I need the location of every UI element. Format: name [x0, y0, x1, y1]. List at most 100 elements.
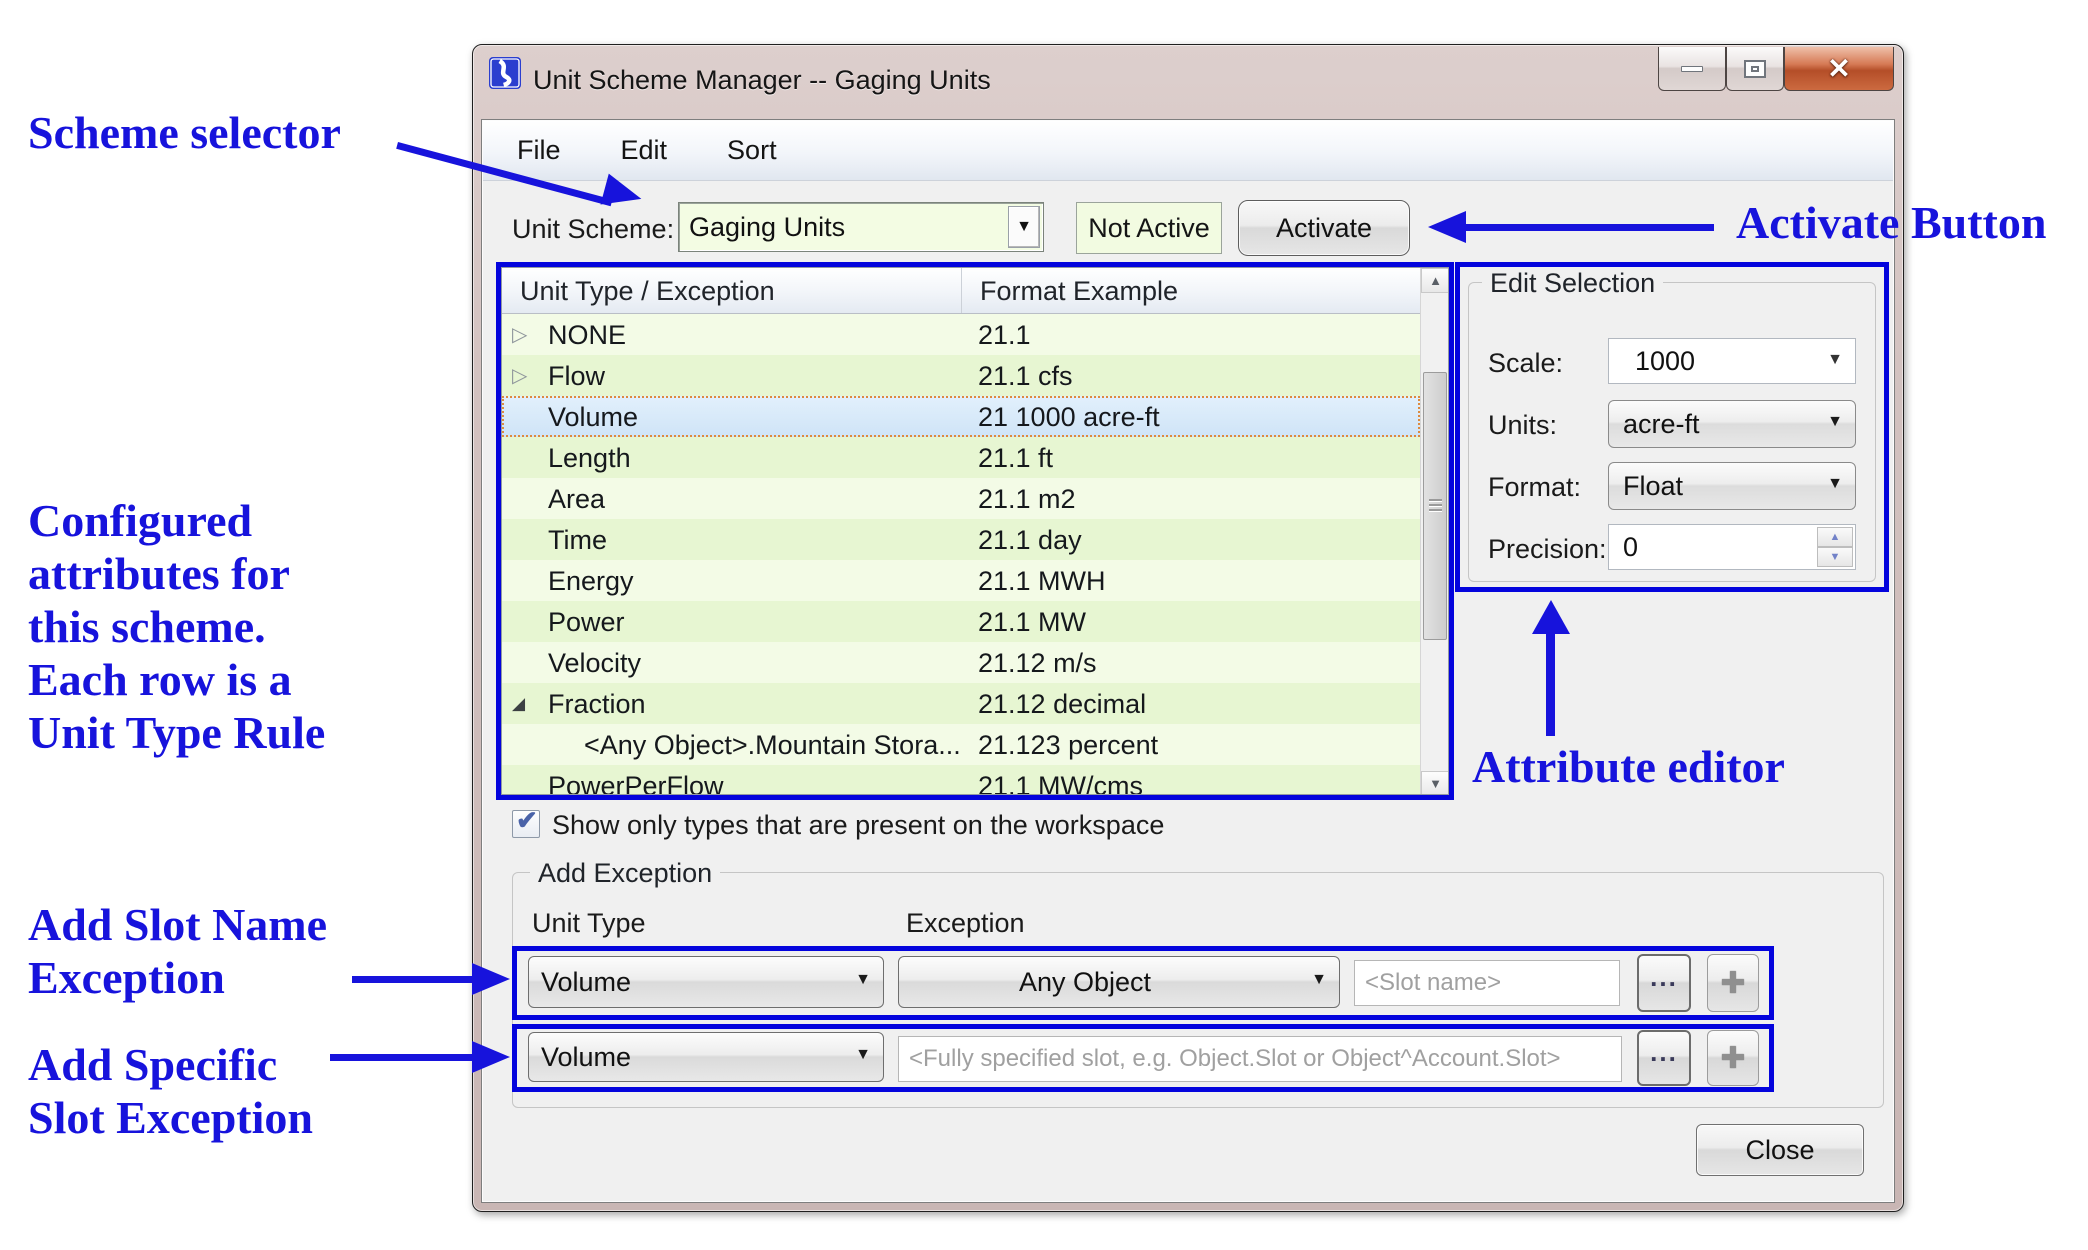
- row-example: 21.1: [962, 314, 1420, 355]
- add-exception-button-row2[interactable]: ✚: [1707, 1030, 1759, 1086]
- row-name: Fraction: [502, 683, 962, 724]
- format-dropdown[interactable]: Float ▼: [1608, 462, 1856, 510]
- row-example: 21.1 MW: [962, 601, 1420, 642]
- add-exception-button-row1[interactable]: ✚: [1707, 954, 1759, 1012]
- chevron-down-icon: ▼: [855, 1046, 871, 1064]
- plus-icon: ✚: [1720, 966, 1745, 1001]
- row-name: Time: [502, 519, 962, 560]
- table-row-none[interactable]: ▷ NONE 21.1: [502, 314, 1420, 355]
- exception-object-dropdown[interactable]: Any Object ▼: [898, 956, 1340, 1008]
- row-name: PowerPerFlow: [502, 765, 962, 795]
- show-only-types-checkbox[interactable]: ✔: [512, 810, 540, 838]
- column-header-unit-type[interactable]: Unit Type / Exception: [502, 268, 962, 313]
- annotation-line: Slot Exception: [28, 1091, 313, 1144]
- table-row-powerperflow-clipped[interactable]: PowerPerFlow 21.1 MW/cms: [502, 765, 1420, 795]
- spin-down-icon[interactable]: ▼: [1817, 547, 1853, 567]
- arrowhead-icon: [1532, 600, 1570, 634]
- unit-type-column-label: Unit Type: [532, 908, 646, 939]
- scrollbar-thumb[interactable]: [1423, 372, 1447, 640]
- unit-type-dropdown-row1[interactable]: Volume ▼: [528, 956, 884, 1008]
- screenshot-canvas: Unit Scheme Manager -- Gaging Units ✕ Fi…: [0, 0, 2088, 1250]
- table-row-area[interactable]: Area 21.1 m2: [502, 478, 1420, 519]
- arrowhead-icon: [472, 1041, 510, 1073]
- table-body: ▷ NONE 21.1 ▷ Flow 21.1 cfs Volume 21 10…: [502, 314, 1420, 795]
- table-row-any-object-exception[interactable]: <Any Object>.Mountain Stora... 21.123 pe…: [502, 724, 1420, 765]
- title-bar[interactable]: Unit Scheme Manager -- Gaging Units ✕: [473, 45, 1903, 119]
- unit-scheme-dropdown[interactable]: Gaging Units ▼: [678, 202, 1044, 252]
- check-icon: ✔: [516, 805, 538, 836]
- plus-icon: ✚: [1720, 1041, 1745, 1076]
- unit-scheme-label: Unit Scheme:: [512, 214, 674, 245]
- unit-scheme-value: Gaging Units: [689, 212, 845, 243]
- annotation-arrow-activate: [1462, 224, 1714, 231]
- annotation-line: this scheme.: [28, 600, 325, 653]
- scale-value: 1000: [1635, 346, 1695, 377]
- spin-up-icon[interactable]: ▲: [1817, 527, 1853, 547]
- table-row-flow[interactable]: ▷ Flow 21.1 cfs: [502, 355, 1420, 396]
- fully-specified-slot-input[interactable]: [898, 1036, 1622, 1082]
- annotation-add-slot-name: Add Slot Name Exception: [28, 898, 327, 1004]
- row-name: Volume: [502, 396, 962, 437]
- table-row-energy[interactable]: Energy 21.1 MWH: [502, 560, 1420, 601]
- row-example: 21.1 m2: [962, 478, 1420, 519]
- row-example: 21.1 cfs: [962, 355, 1420, 396]
- annotation-line: Add Slot Name: [28, 898, 327, 951]
- table-row-power[interactable]: Power 21.1 MW: [502, 601, 1420, 642]
- annotation-line: attributes for: [28, 547, 325, 600]
- scroll-up-icon[interactable]: ▲: [1421, 268, 1449, 293]
- row-name: Power: [502, 601, 962, 642]
- close-dialog-button[interactable]: Close: [1696, 1124, 1864, 1176]
- browse-slot-button-row2[interactable]: ...: [1637, 1030, 1691, 1086]
- add-exception-title: Add Exception: [530, 858, 720, 889]
- table-row-volume-selected[interactable]: Volume 21 1000 acre-ft: [502, 396, 1420, 437]
- annotation-line: Exception: [28, 951, 327, 1004]
- format-value: Float: [1623, 471, 1683, 502]
- status-badge: Not Active: [1076, 202, 1222, 254]
- activate-button[interactable]: Activate: [1238, 200, 1410, 256]
- precision-value: 0: [1623, 532, 1638, 563]
- chevron-down-icon: ▼: [1827, 351, 1843, 369]
- table-row-time[interactable]: Time 21.1 day: [502, 519, 1420, 560]
- restore-icon: [1744, 60, 1766, 78]
- arrowhead-icon: [472, 963, 510, 995]
- row-example: 21.1 MWH: [962, 560, 1420, 601]
- close-window-button[interactable]: ✕: [1784, 47, 1894, 91]
- scroll-down-icon[interactable]: ▼: [1421, 771, 1449, 795]
- expand-collapsed-icon[interactable]: ▷: [512, 363, 540, 388]
- row-example: 21.1 ft: [962, 437, 1420, 478]
- show-only-types-label: Show only types that are present on the …: [552, 810, 1164, 841]
- precision-spinbox[interactable]: 0 ▲ ▼: [1608, 524, 1856, 570]
- table-row-fraction[interactable]: ◢ Fraction 21.12 decimal: [502, 683, 1420, 724]
- restore-button[interactable]: [1726, 47, 1784, 91]
- slot-name-input[interactable]: [1354, 960, 1620, 1006]
- menu-sort[interactable]: Sort: [719, 131, 785, 170]
- menu-file[interactable]: File: [509, 131, 569, 170]
- units-dropdown[interactable]: acre-ft ▼: [1608, 400, 1856, 448]
- row-example: 21.1 day: [962, 519, 1420, 560]
- units-label: Units:: [1488, 410, 1557, 441]
- row-example: 21.123 percent: [962, 724, 1420, 765]
- row-name: <Any Object>.Mountain Stora...: [502, 724, 962, 765]
- row-example: 21 1000 acre-ft: [962, 396, 1420, 437]
- expand-expanded-icon[interactable]: ◢: [512, 694, 540, 714]
- menu-edit[interactable]: Edit: [613, 131, 676, 170]
- minimize-button[interactable]: [1658, 47, 1726, 91]
- scale-dropdown[interactable]: 1000 ▼: [1608, 338, 1856, 384]
- chevron-down-icon: ▼: [1311, 971, 1327, 989]
- chevron-down-icon[interactable]: ▼: [1008, 206, 1040, 248]
- column-header-format-example[interactable]: Format Example: [962, 268, 1178, 313]
- table-header: Unit Type / Exception Format Example: [502, 268, 1448, 314]
- vertical-scrollbar[interactable]: ▲ ▼: [1420, 268, 1449, 795]
- expand-collapsed-icon[interactable]: ▷: [512, 322, 540, 347]
- table-row-velocity[interactable]: Velocity 21.12 m/s: [502, 642, 1420, 683]
- browse-slot-button-row1[interactable]: ...: [1637, 954, 1691, 1012]
- unit-type-dropdown-row2[interactable]: Volume ▼: [528, 1032, 884, 1082]
- table-row-length[interactable]: Length 21.1 ft: [502, 437, 1420, 478]
- row-name: Area: [502, 478, 962, 519]
- row-name: Flow: [502, 355, 962, 396]
- annotation-configured-attributes: Configured attributes for this scheme. E…: [28, 494, 325, 759]
- annotation-add-specific-slot: Add Specific Slot Exception: [28, 1038, 313, 1144]
- arrowhead-icon: [1428, 211, 1466, 243]
- annotation-arrow-add-specific: [330, 1054, 478, 1061]
- annotation-scheme-selector: Scheme selector: [28, 106, 341, 159]
